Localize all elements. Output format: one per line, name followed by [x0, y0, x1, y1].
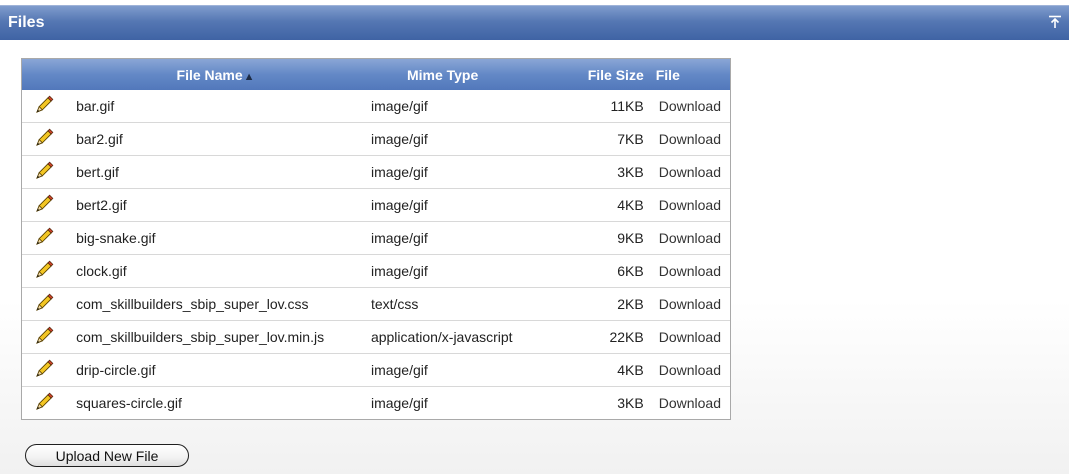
edit-cell[interactable] [22, 221, 67, 255]
file-name-cell: bert2.gif [66, 188, 365, 222]
download-link[interactable]: Download [649, 320, 730, 354]
files-report: File Name▲ Mime Type File Size File bar.… [21, 58, 731, 420]
mime-type-cell: image/gif [364, 386, 536, 419]
download-link[interactable]: Download [649, 254, 730, 288]
download-link[interactable]: Download [649, 221, 730, 255]
edit-cell[interactable] [22, 287, 67, 321]
column-header-file-name[interactable]: File Name▲ [66, 59, 365, 90]
download-link[interactable]: Download [649, 386, 730, 419]
mime-type-cell: text/css [364, 287, 536, 321]
files-table: File Name▲ Mime Type File Size File bar.… [22, 59, 730, 419]
file-size-cell: 9KB [535, 221, 650, 255]
file-name-cell: com_skillbuilders_sbip_super_lov.min.js [66, 320, 365, 354]
table-body: bar.gif image/gif 11KB Download bar2.gif… [22, 90, 730, 419]
pencil-icon[interactable] [34, 293, 54, 316]
column-header-file-size-label: File Size [587, 66, 644, 83]
column-header-mime-type-label: Mime Type [406, 66, 479, 83]
mime-type-cell: image/gif [364, 254, 536, 288]
pencil-icon[interactable] [34, 359, 54, 382]
edit-cell[interactable] [22, 353, 67, 387]
pencil-icon[interactable] [34, 227, 54, 250]
file-size-cell: 6KB [535, 254, 650, 288]
file-name-cell: clock.gif [66, 254, 365, 288]
file-name-cell: bar.gif [76, 98, 115, 114]
download-link[interactable]: Download [649, 155, 730, 189]
table-row: big-snake.gif image/gif 9KB Download [22, 221, 730, 255]
arrow-up-to-top-icon [1048, 15, 1061, 28]
download-link[interactable]: Download [649, 353, 730, 387]
table-row: bert.gif image/gif 3KB Download [22, 155, 730, 189]
file-size-cell: 4KB [535, 353, 650, 387]
file-size-cell: 22KB [535, 320, 650, 354]
pencil-icon[interactable] [34, 326, 54, 349]
table-row: bar2.gif image/gif 7KB Download [22, 122, 730, 156]
region-header: Files [0, 5, 1069, 40]
download-link[interactable]: Download [650, 90, 730, 123]
table-row: squares-circle.gif image/gif 3KB Downloa… [22, 386, 730, 419]
table-row: bert2.gif image/gif 4KB Download [22, 188, 730, 222]
file-size-cell: 11KB [610, 98, 644, 114]
file-name-cell: bert.gif [66, 155, 365, 189]
pencil-icon[interactable] [34, 161, 54, 184]
download-link[interactable]: Download [649, 287, 730, 321]
region-title: Files [8, 14, 45, 31]
column-header-file-size[interactable]: File Size [535, 59, 650, 90]
mime-type-cell: image/gif [364, 122, 536, 156]
mime-type-cell: image/gif [364, 353, 536, 387]
edit-cell[interactable] [22, 155, 67, 189]
table-row: bar.gif image/gif 11KB Download [22, 90, 730, 123]
edit-cell[interactable] [22, 320, 67, 354]
files-region: Files File Name▲ Mime Type File Size Fil… [0, 0, 1069, 474]
mime-type-cell: image/gif [370, 98, 428, 114]
file-name-cell: big-snake.gif [66, 221, 365, 255]
pencil-icon[interactable] [34, 392, 54, 415]
download-link[interactable]: Download [649, 122, 730, 156]
column-header-file[interactable]: File [649, 59, 730, 90]
pencil-icon[interactable] [34, 260, 54, 283]
edit-cell[interactable] [22, 188, 67, 222]
table-header-row: File Name▲ Mime Type File Size File [22, 59, 730, 90]
column-header-edit [22, 59, 67, 90]
table-row: drip-circle.gif image/gif 4KB Download [22, 353, 730, 387]
file-name-cell: drip-circle.gif [66, 353, 365, 387]
column-header-file-name-label: File Name [176, 66, 243, 83]
column-header-file-label: File [655, 66, 680, 83]
file-size-cell: 3KB [535, 155, 650, 189]
file-size-cell: 7KB [535, 122, 650, 156]
file-name-cell: bar2.gif [66, 122, 365, 156]
column-header-mime-type[interactable]: Mime Type [364, 59, 536, 90]
table-row: clock.gif image/gif 6KB Download [22, 254, 730, 288]
file-name-cell: com_skillbuilders_sbip_super_lov.css [66, 287, 365, 321]
download-link[interactable]: Download [649, 188, 730, 222]
pencil-icon[interactable] [34, 128, 54, 151]
mime-type-cell: application/x-javascript [364, 320, 536, 354]
mime-type-cell: image/gif [364, 155, 536, 189]
table-row: com_skillbuilders_sbip_super_lov.css tex… [22, 287, 730, 321]
edit-cell[interactable] [22, 386, 67, 419]
table-row: com_skillbuilders_sbip_super_lov.min.js … [22, 320, 730, 354]
file-size-cell: 3KB [535, 386, 650, 419]
back-to-top-button[interactable] [1042, 9, 1067, 34]
edit-cell[interactable] [22, 254, 67, 288]
sort-ascending-icon: ▲ [243, 70, 255, 83]
mime-type-cell: image/gif [364, 188, 536, 222]
edit-cell[interactable] [22, 122, 67, 156]
pencil-icon[interactable] [34, 95, 54, 118]
file-size-cell: 4KB [535, 188, 650, 222]
upload-new-file-button[interactable]: Upload New File [25, 444, 189, 467]
pencil-icon[interactable] [34, 194, 54, 217]
edit-cell[interactable] [22, 90, 66, 123]
file-name-cell: squares-circle.gif [66, 386, 365, 419]
file-size-cell: 2KB [535, 287, 650, 321]
mime-type-cell: image/gif [364, 221, 536, 255]
